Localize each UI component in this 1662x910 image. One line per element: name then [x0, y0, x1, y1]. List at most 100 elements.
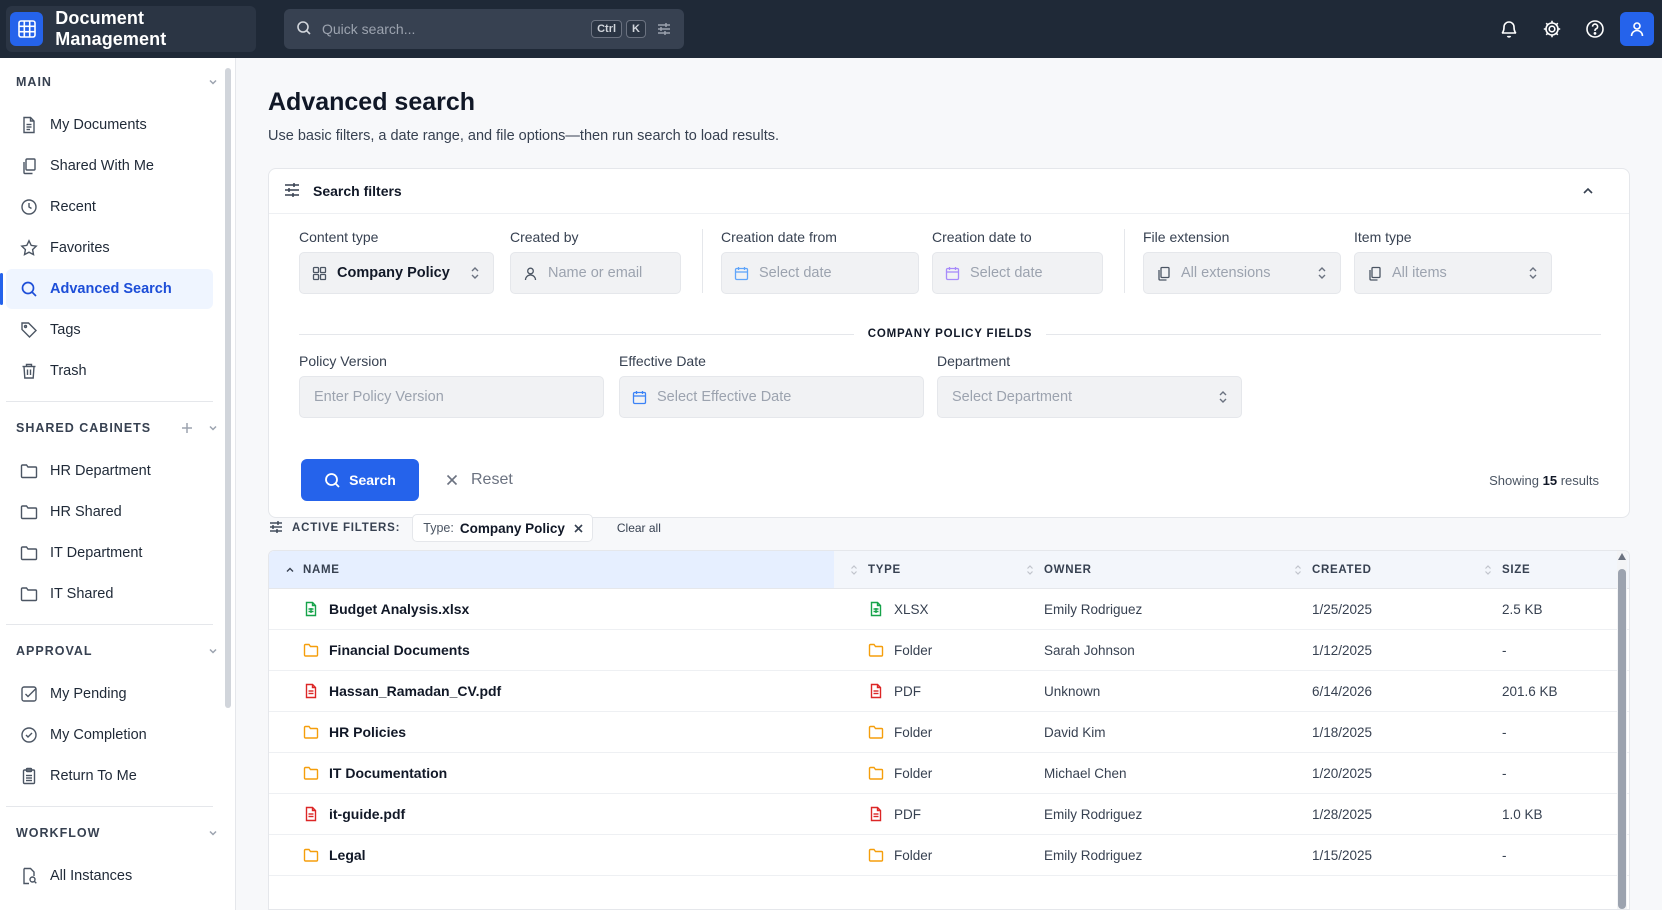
- sidebar-item-hr-shared[interactable]: HR Shared: [6, 492, 213, 532]
- cell-name[interactable]: Hassan_Ramadan_CV.pdf: [269, 683, 834, 699]
- sidebar-item-my-completion[interactable]: My Completion: [6, 715, 213, 755]
- folder-icon: [20, 587, 38, 602]
- table-row[interactable]: Budget Analysis.xlsx XLSX Emily Rodriguez 1…: [269, 589, 1629, 630]
- sort-icon: [1294, 564, 1302, 576]
- search-filters-header[interactable]: Search filters: [269, 169, 1629, 214]
- gear-icon[interactable]: [1530, 9, 1573, 49]
- sidebar-item-it-department[interactable]: IT Department: [6, 533, 213, 573]
- sidebar-item-shared-with-me[interactable]: Shared With Me: [6, 146, 213, 186]
- created-by-input[interactable]: Name or email: [510, 252, 681, 294]
- sidebar-item-label: Tags: [50, 322, 81, 338]
- sidebar-item-trash[interactable]: Trash: [6, 351, 213, 391]
- search-button-label: Search: [349, 472, 396, 488]
- sidebar-item-favorites[interactable]: Favorites: [6, 228, 213, 268]
- chevron-down-icon[interactable]: [207, 827, 219, 839]
- date-to-input[interactable]: Select date: [932, 252, 1103, 294]
- sidebar-item-my-pending[interactable]: My Pending: [6, 674, 213, 714]
- sidebar: MAIN My Documents Shared With Me Recent …: [0, 58, 236, 910]
- search-filters-title: Search filters: [313, 183, 402, 199]
- sidebar-item-recent[interactable]: Recent: [6, 187, 213, 227]
- cell-name[interactable]: HR Policies: [269, 724, 834, 740]
- reset-button[interactable]: Reset: [445, 459, 513, 501]
- search-icon: [21, 281, 37, 297]
- column-header-created[interactable]: CREATED: [1292, 551, 1482, 588]
- cell-size: -: [1502, 642, 1507, 658]
- section-shared-cabinets[interactable]: SHARED CABINETS: [0, 406, 235, 450]
- sidebar-item-it-shared[interactable]: IT Shared: [6, 574, 213, 614]
- bell-icon[interactable]: [1487, 9, 1530, 49]
- cell-name[interactable]: Financial Documents: [269, 642, 834, 658]
- cell-name[interactable]: Budget Analysis.xlsx: [269, 601, 834, 617]
- table-scrollbar[interactable]: [1617, 551, 1627, 909]
- item-type-value: All items: [1392, 265, 1447, 281]
- chevron-down-icon[interactable]: [207, 422, 219, 434]
- sidebar-item-return-to-me[interactable]: Return To Me: [6, 756, 213, 796]
- star-icon: [20, 239, 38, 256]
- sidebar-item-hr-department[interactable]: HR Department: [6, 451, 213, 491]
- section-main[interactable]: MAIN: [0, 60, 235, 104]
- sidebar-item-advanced-search[interactable]: Advanced Search: [0, 269, 213, 309]
- clear-all-link[interactable]: Clear all: [617, 521, 661, 535]
- cell-name[interactable]: it-guide.pdf: [269, 806, 834, 822]
- cell-size: -: [1502, 847, 1507, 863]
- content-type-select[interactable]: Company Policy: [299, 252, 494, 294]
- date-to-placeholder: Select date: [970, 265, 1043, 281]
- results-suffix: results: [1560, 473, 1599, 488]
- column-header-name[interactable]: NAME: [269, 551, 834, 588]
- document-icon: [23, 116, 35, 134]
- folder-icon: [20, 505, 38, 520]
- chevron-down-icon[interactable]: [207, 645, 219, 657]
- plus-icon[interactable]: [181, 422, 193, 434]
- section-approval[interactable]: APPROVAL: [0, 629, 235, 673]
- divider: [1124, 229, 1125, 293]
- cell-name[interactable]: Legal: [269, 847, 834, 863]
- date-from-label: Creation date from: [721, 229, 837, 245]
- sort-icon: [1026, 564, 1034, 576]
- table-row[interactable]: Hassan_Ramadan_CV.pdf PDF Unknown 6/14/2026…: [269, 671, 1629, 712]
- file-type: PDF: [894, 806, 921, 822]
- sidebar-item-my-documents[interactable]: My Documents: [6, 105, 213, 145]
- department-select[interactable]: Select Department: [937, 376, 1242, 418]
- user-avatar-icon[interactable]: [1620, 12, 1654, 46]
- help-icon[interactable]: [1573, 9, 1616, 49]
- column-header-owner[interactable]: OWNER: [1024, 551, 1292, 588]
- search-button[interactable]: Search: [301, 459, 419, 501]
- chevron-up-icon[interactable]: [1581, 184, 1595, 198]
- sidebar-scrollbar[interactable]: [225, 68, 231, 708]
- quick-search-input[interactable]: Quick search...: [322, 21, 587, 37]
- date-from-input[interactable]: Select date: [721, 252, 919, 294]
- sidebar-item-all-instances[interactable]: All Instances: [6, 856, 213, 896]
- cell-owner: Sarah Johnson: [1044, 642, 1135, 658]
- item-type-select[interactable]: All items: [1354, 252, 1552, 294]
- table-row[interactable]: it-guide.pdf PDF Emily Rodriguez 1/28/2025 1…: [269, 794, 1629, 835]
- table-row[interactable]: Legal Folder Emily Rodriguez 1/15/2025 -: [269, 835, 1629, 876]
- table-row[interactable]: Financial Documents Folder Sarah Johnson 1/…: [269, 630, 1629, 671]
- pdf-icon: [303, 683, 329, 699]
- effective-date-input[interactable]: Select Effective Date: [619, 376, 924, 418]
- cell-owner: Emily Rodriguez: [1044, 601, 1143, 617]
- sidebar-item-tags[interactable]: Tags: [6, 310, 213, 350]
- table-row[interactable]: IT Documentation Folder Michael Chen 1/20/2…: [269, 753, 1629, 794]
- chevron-down-icon[interactable]: [207, 76, 219, 88]
- section-workflow[interactable]: WORKFLOW: [0, 811, 235, 855]
- file-type: Folder: [894, 642, 933, 658]
- sidebar-item-label: Return To Me: [50, 768, 137, 784]
- quick-search[interactable]: Quick search... Ctrl K: [284, 9, 684, 49]
- cell-created: 1/20/2025: [1312, 765, 1373, 781]
- table-header: NAME TYPE OWNER CREATED SIZE: [269, 551, 1629, 589]
- file-type: Folder: [894, 847, 933, 863]
- policy-version-input[interactable]: Enter Policy Version: [299, 376, 604, 418]
- sliders-icon[interactable]: [656, 21, 672, 37]
- column-header-size[interactable]: SIZE: [1482, 551, 1617, 588]
- column-header-type[interactable]: TYPE: [834, 551, 1024, 588]
- table-row[interactable]: HR Policies Folder David Kim 1/18/2025 -: [269, 712, 1629, 753]
- results-number: 15: [1542, 473, 1558, 488]
- extension-select[interactable]: All extensions: [1143, 252, 1341, 294]
- scroll-up-arrow[interactable]: [1618, 553, 1626, 560]
- scroll-thumb[interactable]: [1618, 569, 1626, 909]
- brand[interactable]: Document Management: [6, 6, 256, 52]
- cell-name[interactable]: IT Documentation: [269, 765, 834, 781]
- sidebar-item-label: IT Department: [50, 545, 143, 561]
- search-filters-card: Search filters Content type Company Poli…: [268, 168, 1630, 518]
- close-icon[interactable]: [573, 523, 584, 534]
